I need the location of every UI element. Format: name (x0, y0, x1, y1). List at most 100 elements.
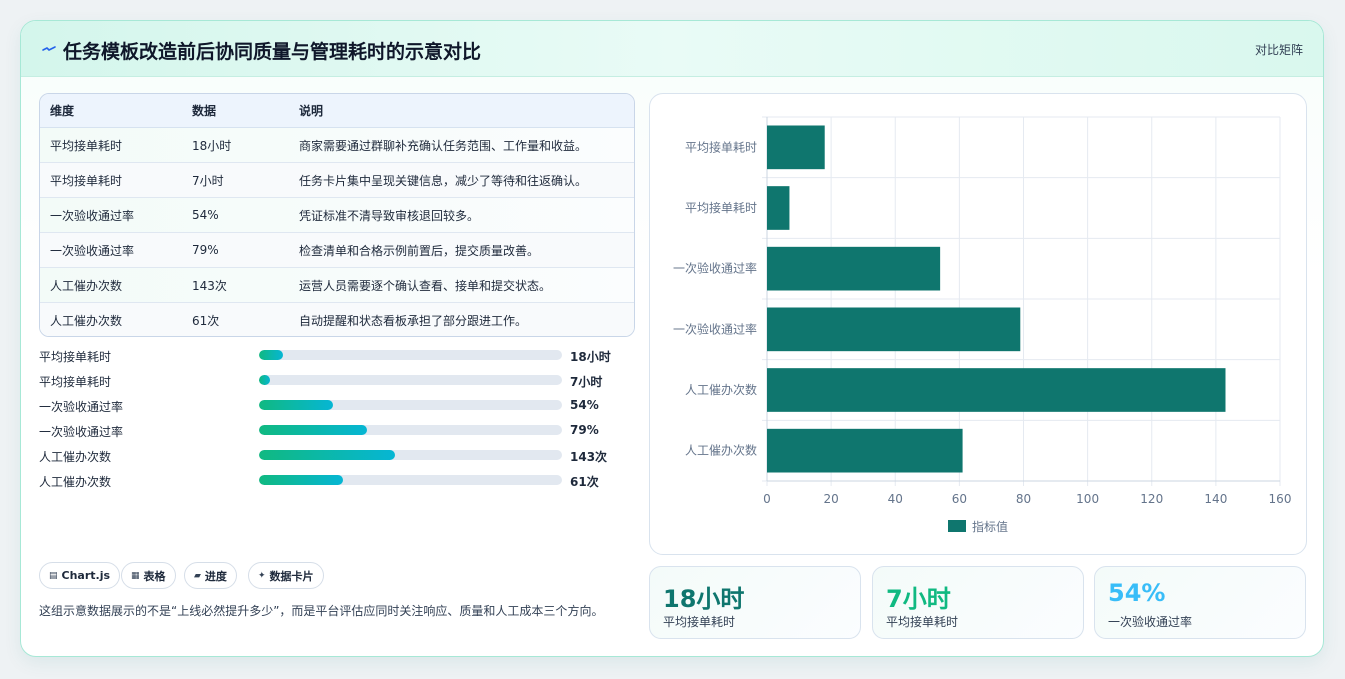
row-value: 143次 (192, 278, 227, 293)
progress-row: 一次验收通过率 54% (39, 396, 639, 416)
y-tick-label: 人工催办次数 (685, 382, 757, 397)
x-tick-label: 40 (888, 492, 903, 506)
x-tick-label: 20 (823, 492, 838, 506)
progress-label: 人工催办次数 (39, 475, 112, 489)
x-tick-label: 160 (1269, 492, 1292, 506)
progress-fill (259, 375, 270, 385)
view-tag[interactable]: 对比矩阵 (1255, 41, 1303, 58)
table-row: 一次验收通过率 79% 检查清单和合格示例前置后，提交质量改善。 (40, 233, 634, 268)
progress-track (259, 475, 562, 485)
bar-chart-panel: 平均接单耗时 平均接单耗时 一次验收通过率 一次验收通过率 人工催办次数 人工催办次数 0 2… (649, 93, 1307, 555)
table-icon: ▦ (131, 570, 140, 581)
bar (767, 186, 790, 230)
progress-fill (259, 475, 344, 485)
x-tick-label: 60 (952, 492, 967, 506)
row-note: 商家需要通过群聊补充确认任务范围、工作量和收益。 (299, 138, 588, 153)
legend-swatch (948, 520, 966, 532)
progress-track (259, 400, 562, 410)
row-value: 18小时 (192, 138, 232, 153)
kpi-card: 54% 一次验收通过率 (1094, 566, 1306, 639)
bar (767, 125, 825, 170)
data-table: 维度 数据 说明 平均接单耗时 18小时 商家需要通过群聊补充确认任务范围、工作… (39, 93, 635, 337)
progress-label: 平均接单耗时 (39, 375, 112, 389)
y-tick-label: 平均接单耗时 (685, 139, 757, 154)
row-dimension: 平均接单耗时 (50, 173, 123, 188)
table-row: 平均接单耗时 7小时 任务卡片集中呈现关键信息，减少了等待和往返确认。 (40, 163, 634, 198)
table-row: 一次验收通过率 54% 凭证标准不清导致审核退回较多。 (40, 198, 634, 233)
bar (767, 246, 941, 291)
chip-progress[interactable]: ▰ 进度 (184, 562, 237, 589)
kpi-value: 7小时 (886, 585, 951, 613)
row-dimension: 人工催办次数 (50, 314, 123, 328)
description: 这组示意数据展示的不是“上线必然提升多少”，而是平台评估应同时关注响应、质量和人… (39, 604, 604, 618)
progress-value: 7小时 (570, 375, 603, 389)
progress-value: 54% (570, 398, 599, 412)
chip-table[interactable]: ▦ 表格 (121, 562, 176, 589)
progress-fill (259, 450, 396, 460)
row-dimension: 平均接单耗时 (50, 138, 123, 153)
progress-fill (259, 400, 334, 410)
x-tick-label: 120 (1140, 492, 1163, 506)
table-row: 人工催办次数 61次 自动提醒和状态看板承担了部分跟进工作。 (40, 303, 634, 336)
legend-label: 指标值 (972, 519, 1008, 534)
row-note: 运营人员需要逐个确认查看、接单和提交状态。 (299, 278, 552, 293)
bar (767, 368, 1226, 412)
progress-fill (259, 425, 368, 435)
table-header: 维度 数据 说明 (40, 94, 634, 128)
progress-value: 143次 (570, 450, 608, 464)
progress-value: 79% (570, 423, 599, 437)
row-value: 61次 (192, 314, 220, 328)
table-row: 平均接单耗时 18小时 商家需要通过群聊补充确认任务范围、工作量和收益。 (40, 128, 634, 163)
table-header-cell: 数据 (192, 104, 217, 118)
x-tick-label: 140 (1204, 492, 1227, 506)
chip-label: 进度 (204, 569, 227, 583)
progress-label: 人工催办次数 (39, 450, 112, 464)
progress-row: 人工催办次数 61次 (39, 471, 639, 491)
x-tick-label: 80 (1016, 492, 1031, 506)
row-dimension: 人工催办次数 (50, 278, 123, 293)
progress-icon: ▰ (194, 570, 201, 581)
progress-row: 平均接单耗时 18小时 (39, 346, 639, 366)
progress-track (259, 375, 562, 385)
y-tick-label: 人工催办次数 (685, 443, 757, 458)
progress-row: 平均接单耗时 7小时 (39, 371, 639, 391)
page-title: 任务模板改造前后协同质量与管理耗时的示意对比 (63, 41, 482, 63)
table-row: 人工催办次数 143次 运营人员需要逐个确认查看、接单和提交状态。 (40, 268, 634, 303)
row-note: 任务卡片集中呈现关键信息，减少了等待和往返确认。 (299, 173, 588, 188)
main-card: 任务模板改造前后协同质量与管理耗时的示意对比 对比矩阵 维度 数据 说明 平均接… (20, 20, 1324, 657)
row-dimension: 一次验收通过率 (50, 208, 135, 223)
pulse-icon (42, 46, 56, 51)
bar-chart: 平均接单耗时平均接单耗时一次验收通过率一次验收通过率人工催办次数人工催办次数 0 2… (673, 116, 1292, 534)
row-note: 自动提醒和状态看板承担了部分跟进工作。 (299, 314, 528, 328)
y-tick-label: 平均接单耗时 (685, 200, 757, 215)
kpi-label: 平均接单耗时 (886, 615, 959, 629)
chip-chartjs[interactable]: ▤ Chart.js (39, 562, 121, 589)
kpi-card: 18小时 平均接单耗时 (649, 566, 861, 639)
progress-value: 61次 (570, 475, 599, 489)
progress-fill (259, 350, 284, 360)
progress-label: 一次验收通过率 (39, 425, 124, 439)
y-tick-label: 一次验收通过率 (673, 261, 757, 276)
row-value: 7小时 (192, 173, 224, 188)
progress-label: 平均接单耗时 (39, 350, 112, 364)
progress-row: 人工催办次数 143次 (39, 446, 639, 466)
kpi-value: 54% (1108, 579, 1166, 607)
sparkle-icon: ✦ (258, 570, 266, 581)
chip-data-card[interactable]: ✦ 数据卡片 (248, 562, 324, 589)
chip-label: 表格 (143, 569, 166, 583)
y-tick-label: 一次验收通过率 (673, 321, 757, 336)
progress-value: 18小时 (570, 350, 611, 364)
bar (767, 307, 1021, 352)
bar (767, 428, 963, 473)
table-header-cell: 说明 (299, 104, 324, 118)
chart-icon: ▤ (49, 570, 58, 581)
table-header-cell: 维度 (50, 104, 75, 118)
chip-label: Chart.js (61, 569, 111, 582)
row-value: 79% (192, 243, 219, 257)
row-note: 检查清单和合格示例前置后，提交质量改善。 (299, 243, 540, 258)
row-dimension: 一次验收通过率 (50, 243, 135, 258)
row-value: 54% (192, 208, 219, 222)
progress-track (259, 350, 562, 360)
kpi-card: 7小时 平均接单耗时 (872, 566, 1084, 639)
card-header: 任务模板改造前后协同质量与管理耗时的示意对比 对比矩阵 (21, 21, 1323, 77)
